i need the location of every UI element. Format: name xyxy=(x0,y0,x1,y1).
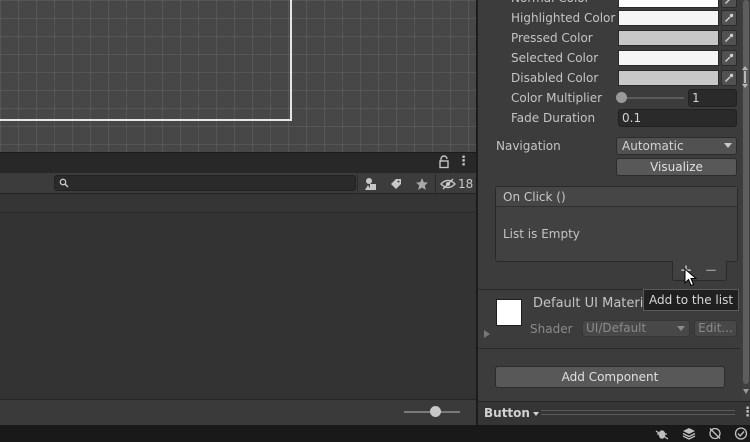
eye-slash-icon xyxy=(440,178,456,189)
section-divider xyxy=(478,348,740,349)
preview-target-label: Button xyxy=(484,406,530,420)
scroll-grip-icon xyxy=(741,65,749,89)
highlighted-color-field[interactable] xyxy=(618,10,719,26)
preview-target-dropdown[interactable]: Button xyxy=(484,405,539,421)
color-multiplier-label: Color Multiplier xyxy=(511,91,603,105)
scene-filter-icon[interactable] xyxy=(359,174,382,193)
disabled-color-label: Disabled Color xyxy=(511,71,599,85)
remove-from-list-button[interactable]: − xyxy=(703,261,719,279)
navigation-label: Navigation xyxy=(496,139,561,153)
tag-icon[interactable] xyxy=(384,174,407,193)
eyedropper-icon[interactable] xyxy=(721,10,737,26)
normal-color-label: Normal Color xyxy=(511,0,590,8)
toolbar-separator xyxy=(357,173,358,194)
checkmark-circle-icon[interactable] xyxy=(734,427,748,440)
hidden-count-label: 18 xyxy=(458,176,474,191)
color-multiplier-input[interactable]: 1 xyxy=(688,89,737,107)
hierarchy-list[interactable] xyxy=(0,213,476,399)
disabled-color-field[interactable] xyxy=(618,70,719,86)
favorite-star-icon[interactable] xyxy=(410,174,433,193)
footer-drag-line xyxy=(541,410,735,411)
chevron-down-icon xyxy=(724,143,732,148)
visualize-button[interactable]: Visualize xyxy=(616,158,737,176)
search-input[interactable] xyxy=(54,175,356,191)
footer-drag-line xyxy=(541,414,735,415)
eyedropper-icon[interactable] xyxy=(721,50,737,66)
chevron-down-icon xyxy=(532,411,539,416)
on-click-header: On Click () xyxy=(496,187,737,207)
scrollbar-thumb[interactable] xyxy=(743,0,749,384)
color-multiplier-slider[interactable] xyxy=(620,97,684,99)
eyedropper-icon[interactable] xyxy=(721,70,737,86)
toolbar-separator xyxy=(435,173,436,194)
fade-duration-input[interactable]: 0.1 xyxy=(618,109,737,127)
search-icon xyxy=(59,177,69,188)
selected-color-label: Selected Color xyxy=(511,51,599,65)
pressed-color-label: Pressed Color xyxy=(511,31,593,45)
debug-bug-icon[interactable] xyxy=(655,427,669,440)
canvas-bounds-rect xyxy=(0,0,292,121)
hierarchy-header-row xyxy=(0,194,476,213)
hidden-objects-toggle[interactable]: 18 xyxy=(440,174,473,193)
chevron-down-icon xyxy=(677,326,685,331)
material-name: Default UI Materia xyxy=(533,296,652,311)
list-empty-text: List is Empty xyxy=(503,227,580,241)
shader-label: Shader xyxy=(530,322,573,336)
layers-icon[interactable] xyxy=(682,427,696,440)
footer-menu-icon[interactable]: ⋮ xyxy=(741,404,750,422)
fade-duration-label: Fade Duration xyxy=(511,111,596,125)
lock-icon[interactable] xyxy=(437,155,451,169)
navigation-dropdown[interactable]: Automatic xyxy=(616,137,737,155)
edit-shader-button[interactable]: Edit... xyxy=(694,320,737,337)
material-preview-thumbnail[interactable] xyxy=(496,299,522,326)
scene-view[interactable] xyxy=(0,0,476,152)
eyedropper-icon[interactable] xyxy=(721,30,737,46)
foldout-arrow-icon[interactable] xyxy=(484,330,490,338)
shader-dropdown[interactable]: UI/Default xyxy=(582,320,690,337)
auto-generate-lighting-icon[interactable] xyxy=(708,427,722,440)
normal-color-field[interactable] xyxy=(618,0,719,8)
add-component-button[interactable]: Add Component xyxy=(495,366,725,388)
status-bar xyxy=(0,425,750,442)
eyedropper-icon[interactable] xyxy=(721,0,737,8)
mouse-cursor-icon xyxy=(684,267,698,288)
panel-menu-icon[interactable]: ⋮ xyxy=(457,154,470,170)
zoom-slider-handle[interactable] xyxy=(430,406,441,417)
color-multiplier-handle[interactable] xyxy=(616,92,627,103)
highlighted-color-label: Highlighted Color xyxy=(511,11,616,25)
scroll-down-arrow-icon[interactable] xyxy=(743,389,749,394)
selected-color-field[interactable] xyxy=(618,50,719,66)
hierarchy-tab-bar xyxy=(0,152,476,173)
add-to-list-tooltip: Add to the list xyxy=(643,289,740,311)
pressed-color-field[interactable] xyxy=(618,30,719,46)
